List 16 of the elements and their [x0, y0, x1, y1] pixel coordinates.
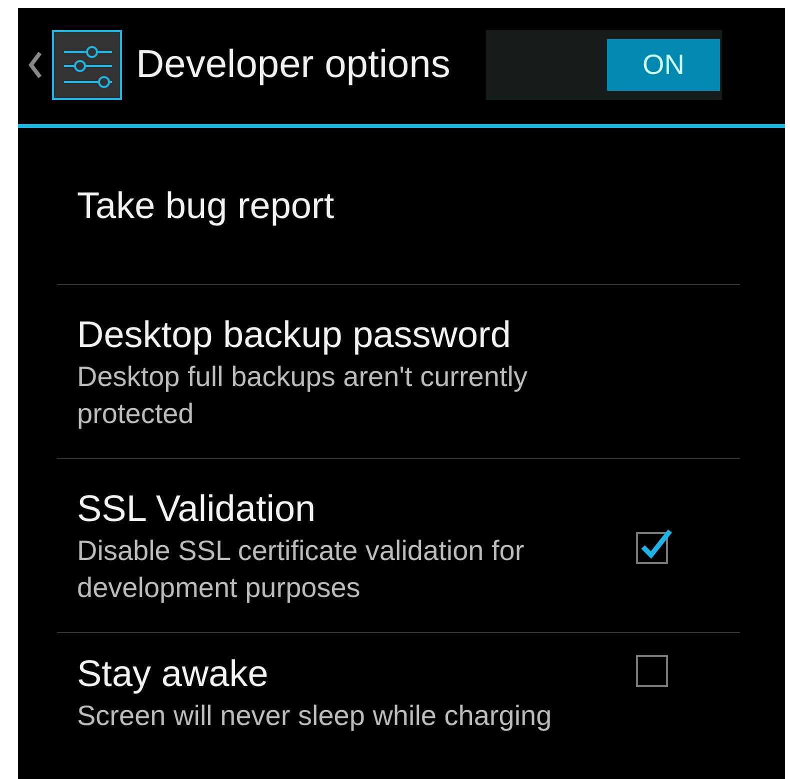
back-icon[interactable] [28, 52, 42, 78]
setting-title: Desktop backup password [77, 312, 512, 357]
setting-title: SSL Validation [77, 486, 317, 530]
checkbox[interactable] [636, 528, 672, 564]
master-switch[interactable]: ON [486, 30, 722, 100]
setting-row[interactable]: Take bug report [57, 128, 740, 285]
setting-row[interactable]: Desktop backup password Desktop full backups aren't currently protected [57, 285, 740, 459]
setting-summary: Disable SSL certificate validation for development purposes [77, 534, 526, 605]
sliders-icon [52, 30, 122, 100]
setting-summary: Desktop full backups aren't currently protected [77, 360, 528, 431]
setting-title: Take bug report [77, 184, 336, 228]
setting-summary: Screen will never sleep while charging [77, 699, 553, 733]
screen-title: Developer options [136, 43, 452, 87]
setting-row[interactable]: SSL Validation Disable SSL certificate validation for development purposes [57, 459, 740, 633]
setting-title: Stay awake [77, 652, 270, 696]
setting-row[interactable]: Stay awake Screen will never sleep while charging [57, 633, 740, 779]
